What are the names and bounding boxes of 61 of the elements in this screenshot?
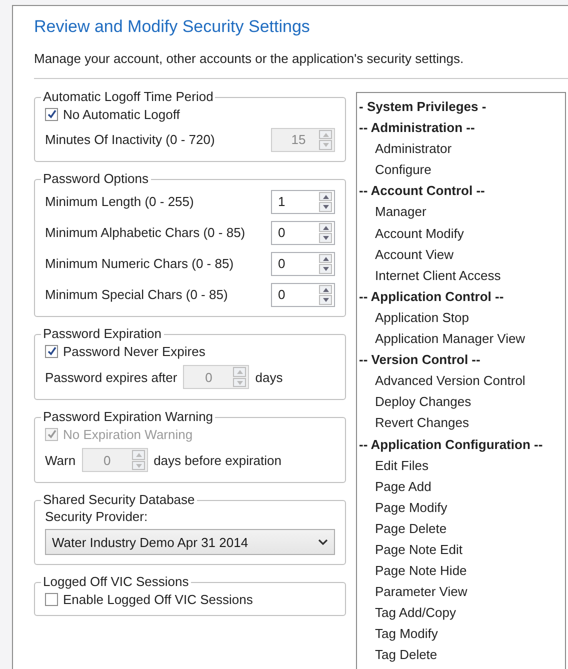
privilege-category[interactable]: -- Account Control -- <box>357 180 565 202</box>
privilege-category[interactable]: -- Version Control -- <box>357 349 565 370</box>
spin-arrows-icon[interactable] <box>319 222 332 242</box>
unit-label: days before expiration <box>154 452 282 468</box>
privilege-item[interactable]: Page Delete <box>357 518 565 539</box>
field-label: Minimum Numeric Chars (0 - 85) <box>45 256 234 271</box>
group-title: Password Expiration Warning <box>42 410 214 424</box>
privilege-item[interactable]: Deploy Changes <box>357 391 565 412</box>
checkbox[interactable] <box>45 344 58 358</box>
spin-arrows-icon[interactable] <box>319 192 332 212</box>
checkbox[interactable] <box>45 592 58 606</box>
group-title: Automatic Logoff Time Period <box>42 90 214 104</box>
field-label: Minimum Alphabetic Chars (0 - 85) <box>45 225 246 240</box>
page-title: Review and Modify Security Settings <box>34 16 311 38</box>
privilege-category[interactable]: -- Application Configuration -- <box>357 434 565 455</box>
field-label: Minimum Special Chars (0 - 85) <box>45 287 228 302</box>
privilege-category[interactable]: -- Application Control -- <box>357 286 565 307</box>
privilege-item[interactable]: Administrator <box>357 138 565 160</box>
privilege-item[interactable]: Page Note Edit <box>357 538 565 560</box>
unit-label: days <box>255 370 283 384</box>
privilege-item[interactable]: Account View <box>357 244 565 265</box>
privilege-item[interactable]: Manager <box>357 201 565 223</box>
field-label: Warn <box>45 452 76 468</box>
chevron-down-icon <box>318 539 328 545</box>
privilege-item[interactable]: Application Stop <box>357 306 565 328</box>
provider-dropdown[interactable]: Water Industry Demo Apr 31 2014 <box>45 529 335 555</box>
group-title: Shared Security Database <box>42 493 196 507</box>
field-label: Security Provider: <box>45 508 149 525</box>
number-spinner[interactable]: 0 <box>271 220 335 244</box>
privilege-item[interactable]: Page Modify <box>357 496 565 518</box>
checkbox-option[interactable]: Password Never Expires <box>45 341 335 361</box>
page-description: Manage your account, other accounts or the application's security settings. <box>34 50 465 68</box>
privilege-item[interactable]: Edit Files <box>357 454 565 476</box>
privilege-item[interactable]: Configure <box>357 159 565 180</box>
spin-arrows-icon[interactable] <box>319 254 332 274</box>
group-title: Password Options <box>42 172 150 186</box>
privilege-item[interactable]: Account Modify <box>357 222 565 244</box>
privilege-item[interactable]: Internet Client Access <box>357 264 565 286</box>
number-spinner[interactable]: 0 <box>271 252 335 276</box>
field-label: Minutes Of Inactivity (0 - 720) <box>45 132 215 147</box>
group-title: Logged Off VIC Sessions <box>42 575 190 589</box>
privilege-item[interactable]: Page Note Hide <box>357 560 565 582</box>
checkbox-option[interactable]: Enable Logged Off VIC Sessions <box>45 589 335 609</box>
privilege-item[interactable]: Revert Changes <box>357 412 565 434</box>
number-spinner[interactable]: 0 <box>271 282 335 306</box>
checkbox[interactable] <box>45 108 58 120</box>
spin-arrows-icon[interactable] <box>319 284 332 304</box>
privilege-item[interactable]: Tag Modify <box>357 623 565 644</box>
privilege-item[interactable]: Advanced Version Control <box>357 370 565 392</box>
checkbox-option[interactable]: No Automatic Logoff <box>45 104 335 124</box>
privilege-item[interactable]: Parameter View <box>357 581 565 602</box>
number-spinner[interactable]: 1 <box>271 190 335 214</box>
privilege-category[interactable]: - System Privileges - <box>357 96 565 118</box>
privilege-item[interactable]: Tag Delete <box>357 644 565 666</box>
group-title: Password Expiration <box>42 327 162 341</box>
field-label: Password expires after <box>45 370 178 384</box>
field-label: Minimum Length (0 - 255) <box>45 194 194 209</box>
privilege-item[interactable]: Tag Add/Copy <box>357 602 565 624</box>
privilege-item[interactable]: Application Manager View <box>357 328 565 350</box>
privilege-category[interactable]: -- Administration -- <box>357 117 565 138</box>
privilege-item[interactable]: Page Add <box>357 476 565 497</box>
